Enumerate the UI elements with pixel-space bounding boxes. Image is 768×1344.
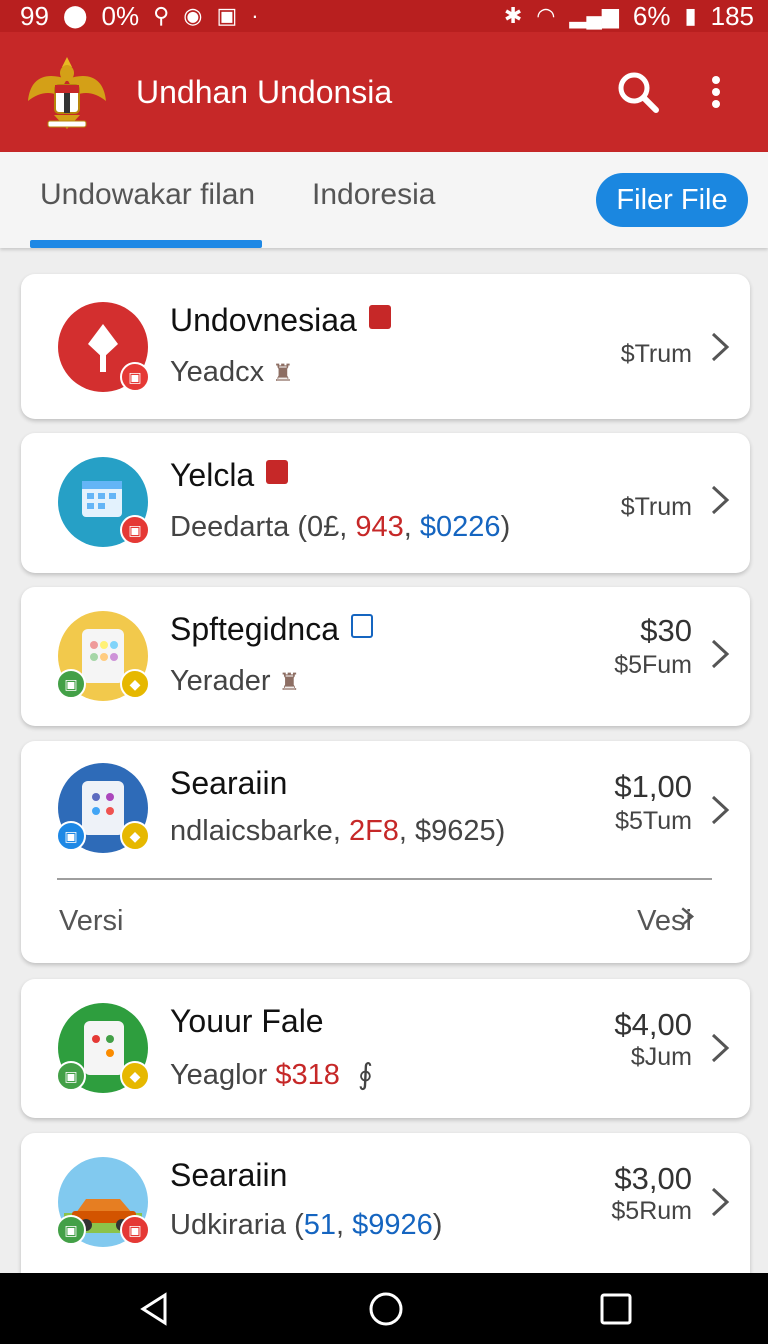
back-icon[interactable]: [132, 1287, 176, 1331]
status-text-1: 99: [20, 0, 49, 31]
emblem-small-icon: ♜: [272, 360, 294, 387]
red-tag-icon: [368, 305, 391, 329]
item-title: Searaiin: [170, 1157, 288, 1193]
list-item[interactable]: ▣ ◆ Searaiin ndlaicsbarke, 2F8, $9625) $…: [21, 741, 750, 963]
item-price-sub: $Trum: [620, 493, 692, 521]
coin-icon: ◆: [120, 821, 150, 851]
item-subtitle: Yeaglor $318 ∮: [170, 1059, 373, 1091]
list-item[interactable]: ▣ ▣ Searaiin Udkiraria (51, $9926) $3,00…: [21, 1133, 750, 1273]
usb-icon: ⚲: [153, 3, 170, 28]
item-title: Yelcla: [170, 457, 255, 493]
item-subtitle: Udkiraria (51, $9926): [170, 1209, 443, 1241]
filter-file-button[interactable]: Filer File: [596, 173, 748, 227]
home-icon[interactable]: [364, 1287, 408, 1331]
navigation-bar: [0, 1273, 768, 1344]
status-time: 185: [710, 0, 754, 31]
item-price: $3,00: [614, 1161, 692, 1196]
tab-indicator: [30, 240, 262, 248]
item-price-sub: $5Rum: [611, 1197, 692, 1225]
item-price-sub: $Jum: [630, 1043, 692, 1071]
wifi-icon: ◠: [536, 3, 556, 28]
app-bar: Undhan Undonsia: [0, 32, 768, 152]
red-tag-icon: [266, 460, 289, 484]
item-subtitle: Yerader: [170, 665, 271, 697]
item-price-sub: $Trum: [620, 340, 692, 368]
recents-icon[interactable]: [594, 1287, 638, 1331]
chevron-right-icon: [711, 485, 730, 515]
blue-tag-icon: [351, 614, 374, 638]
item-subtitle: Deedarta (0£, 943, $0226): [170, 511, 511, 543]
battery-icon: ▮: [684, 3, 697, 28]
item-price: $4,00: [614, 1007, 692, 1042]
chevron-right-icon: [711, 795, 730, 825]
battery-percent: 6%: [632, 0, 671, 31]
version-label: Versi: [59, 905, 124, 937]
badge-icon: ▣: [56, 669, 86, 699]
image-icon: ▣: [216, 3, 238, 28]
item-price: $30: [640, 613, 692, 648]
badge-icon: ▣: [56, 1061, 86, 1091]
scribble-icon: ∮: [357, 1059, 373, 1091]
garuda-emblem-icon: [24, 49, 110, 135]
chevron-right-icon: [711, 332, 730, 362]
badge-icon: ▣: [120, 362, 150, 392]
chevron-right-icon: [711, 1033, 730, 1063]
item-title: Searaiin: [170, 765, 288, 801]
chevron-right-icon: [711, 639, 730, 669]
item-subtitle: ndlaicsbarke, 2F8, $9625): [170, 815, 506, 847]
more-vert-icon[interactable]: [688, 64, 744, 120]
badge-icon: ▣: [120, 1215, 150, 1245]
item-app-icon: ▣ ◆: [56, 611, 150, 701]
item-price: $1,00: [614, 769, 692, 804]
list-item[interactable]: ▣ ◆ Spftegidnca Yerader ♜ $30 $5Fum: [21, 587, 750, 726]
coin-icon: ◆: [120, 1061, 150, 1091]
coin-icon: ◆: [120, 669, 150, 699]
item-app-icon: ▣ ▣: [56, 1157, 150, 1247]
dot-icon: ·: [251, 3, 259, 28]
badge-icon: ▣: [56, 821, 86, 851]
divider: [57, 878, 712, 880]
status-bar: 99 ⬤ 0% ⚲ ◉ ▣ · ✱ ◠ ▂▄▆ 6% ▮ 185: [0, 0, 768, 32]
list-item[interactable]: ▣ Undovnesiaa Yeadcx ♜ $Trum: [21, 274, 750, 419]
item-app-icon: ▣ ◆: [56, 763, 150, 853]
item-title: Spftegidnca: [170, 611, 340, 647]
gear-status-icon: ✱: [503, 3, 523, 28]
item-price-sub: $5Fum: [614, 651, 692, 679]
item-subtitle: Yeadcx: [170, 356, 265, 388]
chevron-right-icon: [711, 1187, 730, 1217]
badge-icon: ▣: [120, 515, 150, 545]
tab-undowakar-filan[interactable]: Undowakar filan: [40, 178, 255, 212]
sync-icon: ◉: [183, 3, 203, 28]
app-title: Undhan Undonsia: [136, 73, 393, 110]
item-title: Undovnesiaa: [170, 302, 357, 338]
item-title: Youur Fale: [170, 1003, 324, 1039]
signal-icon: ▂▄▆: [569, 3, 619, 28]
item-app-icon: ▣: [58, 302, 150, 392]
item-app-icon: ▣: [58, 457, 150, 547]
list-item[interactable]: ▣ Yelcla Deedarta (0£, 943, $0226) $Trum: [21, 433, 750, 573]
item-price-sub: $5Tum: [615, 807, 692, 835]
item-app-icon: ▣ ◆: [56, 1003, 150, 1093]
chevron-right-icon: [681, 907, 695, 926]
list-item[interactable]: ▣ ◆ Youur Fale Yeaglor $318 ∮ $4,00 $Jum: [21, 979, 750, 1118]
badge-icon: ▣: [56, 1215, 86, 1245]
status-text-2: 0%: [101, 0, 140, 31]
shield-icon: ⬤: [62, 3, 88, 28]
tab-indoresia[interactable]: Indoresia: [312, 178, 435, 212]
emblem-small-icon: ♜: [278, 669, 301, 696]
search-icon[interactable]: [610, 64, 666, 120]
